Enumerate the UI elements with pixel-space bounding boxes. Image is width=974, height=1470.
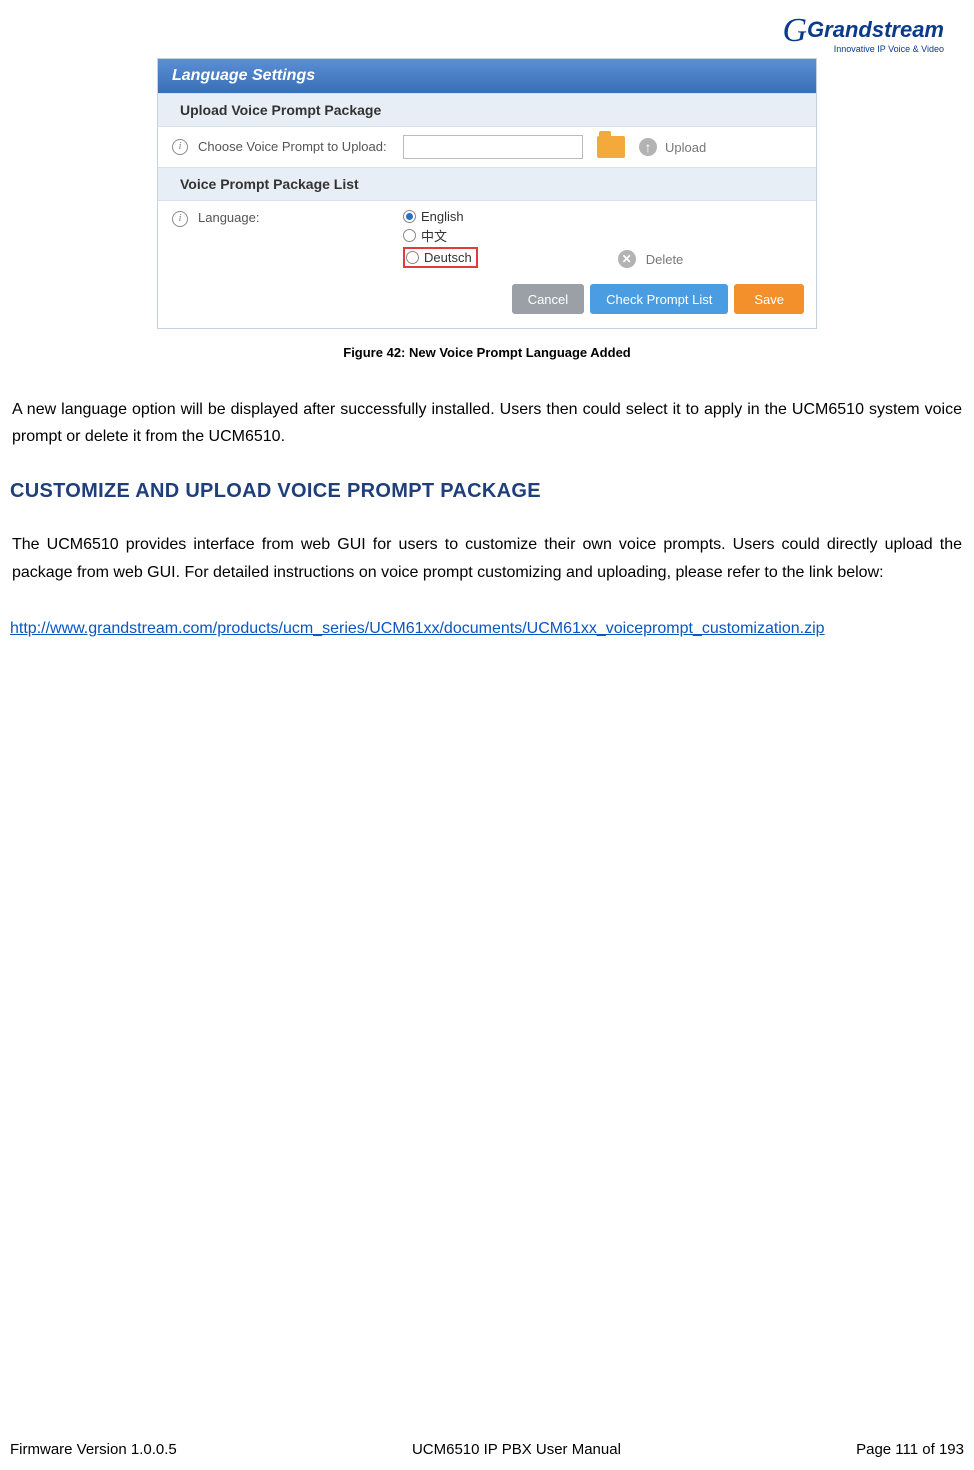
language-settings-panel: Language Settings Upload Voice Prompt Pa…: [157, 58, 817, 329]
panel-title: Language Settings: [158, 59, 816, 93]
language-option-deutsch-highlight: Deutsch: [403, 247, 478, 268]
option-label: Deutsch: [424, 250, 472, 265]
list-section-header: Voice Prompt Package List: [158, 167, 816, 201]
figure-caption: Figure 42: New Voice Prompt Language Add…: [10, 345, 964, 360]
info-icon[interactable]: i: [172, 139, 188, 155]
save-button[interactable]: Save: [734, 284, 804, 314]
radio-icon: [403, 210, 416, 223]
language-option-english[interactable]: English: [403, 209, 478, 224]
language-row: i Language: English 中文 Deutsch: [158, 201, 816, 276]
upload-button[interactable]: ↑ Upload: [639, 138, 706, 156]
delete-button-label: Delete: [646, 252, 684, 267]
paragraph-1: A new language option will be displayed …: [10, 396, 964, 450]
option-label: English: [421, 209, 464, 224]
footer-page: Page 111 of 193: [856, 1441, 964, 1458]
upload-section-header: Upload Voice Prompt Package: [158, 93, 816, 127]
language-options: English 中文 Deutsch: [403, 209, 478, 268]
language-option-deutsch[interactable]: Deutsch: [406, 250, 472, 265]
upload-button-label: Upload: [665, 140, 706, 155]
footer-title: UCM6510 IP PBX User Manual: [412, 1441, 621, 1458]
check-prompt-list-button[interactable]: Check Prompt List: [590, 284, 728, 314]
documentation-link[interactable]: http://www.grandstream.com/products/ucm_…: [10, 620, 825, 637]
info-icon[interactable]: i: [172, 211, 188, 227]
upload-row: i Choose Voice Prompt to Upload: ↑ Uploa…: [158, 127, 816, 167]
option-label: 中文: [421, 226, 447, 245]
browse-folder-icon[interactable]: [597, 136, 625, 158]
close-icon: ✕: [618, 250, 636, 268]
footer-firmware: Firmware Version 1.0.0.5: [10, 1441, 177, 1458]
logo-text: Grandstream: [807, 17, 944, 42]
upload-label: Choose Voice Prompt to Upload:: [198, 138, 403, 156]
page-footer: Firmware Version 1.0.0.5 UCM6510 IP PBX …: [10, 1441, 964, 1458]
cancel-button[interactable]: Cancel: [512, 284, 584, 314]
delete-button[interactable]: ✕ Delete: [618, 250, 684, 268]
language-option-chinese[interactable]: 中文: [403, 226, 478, 245]
brand-logo: GGrandstream Innovative IP Voice & Video: [10, 10, 964, 54]
radio-icon: [403, 229, 416, 242]
upload-icon: ↑: [639, 138, 657, 156]
section-heading: CUSTOMIZE AND UPLOAD VOICE PROMPT PACKAG…: [10, 480, 964, 503]
language-label: Language:: [198, 209, 403, 227]
action-button-row: Cancel Check Prompt List Save: [158, 276, 816, 328]
file-path-input[interactable]: [403, 135, 583, 159]
paragraph-2: The UCM6510 provides interface from web …: [10, 531, 964, 585]
radio-icon: [406, 251, 419, 264]
